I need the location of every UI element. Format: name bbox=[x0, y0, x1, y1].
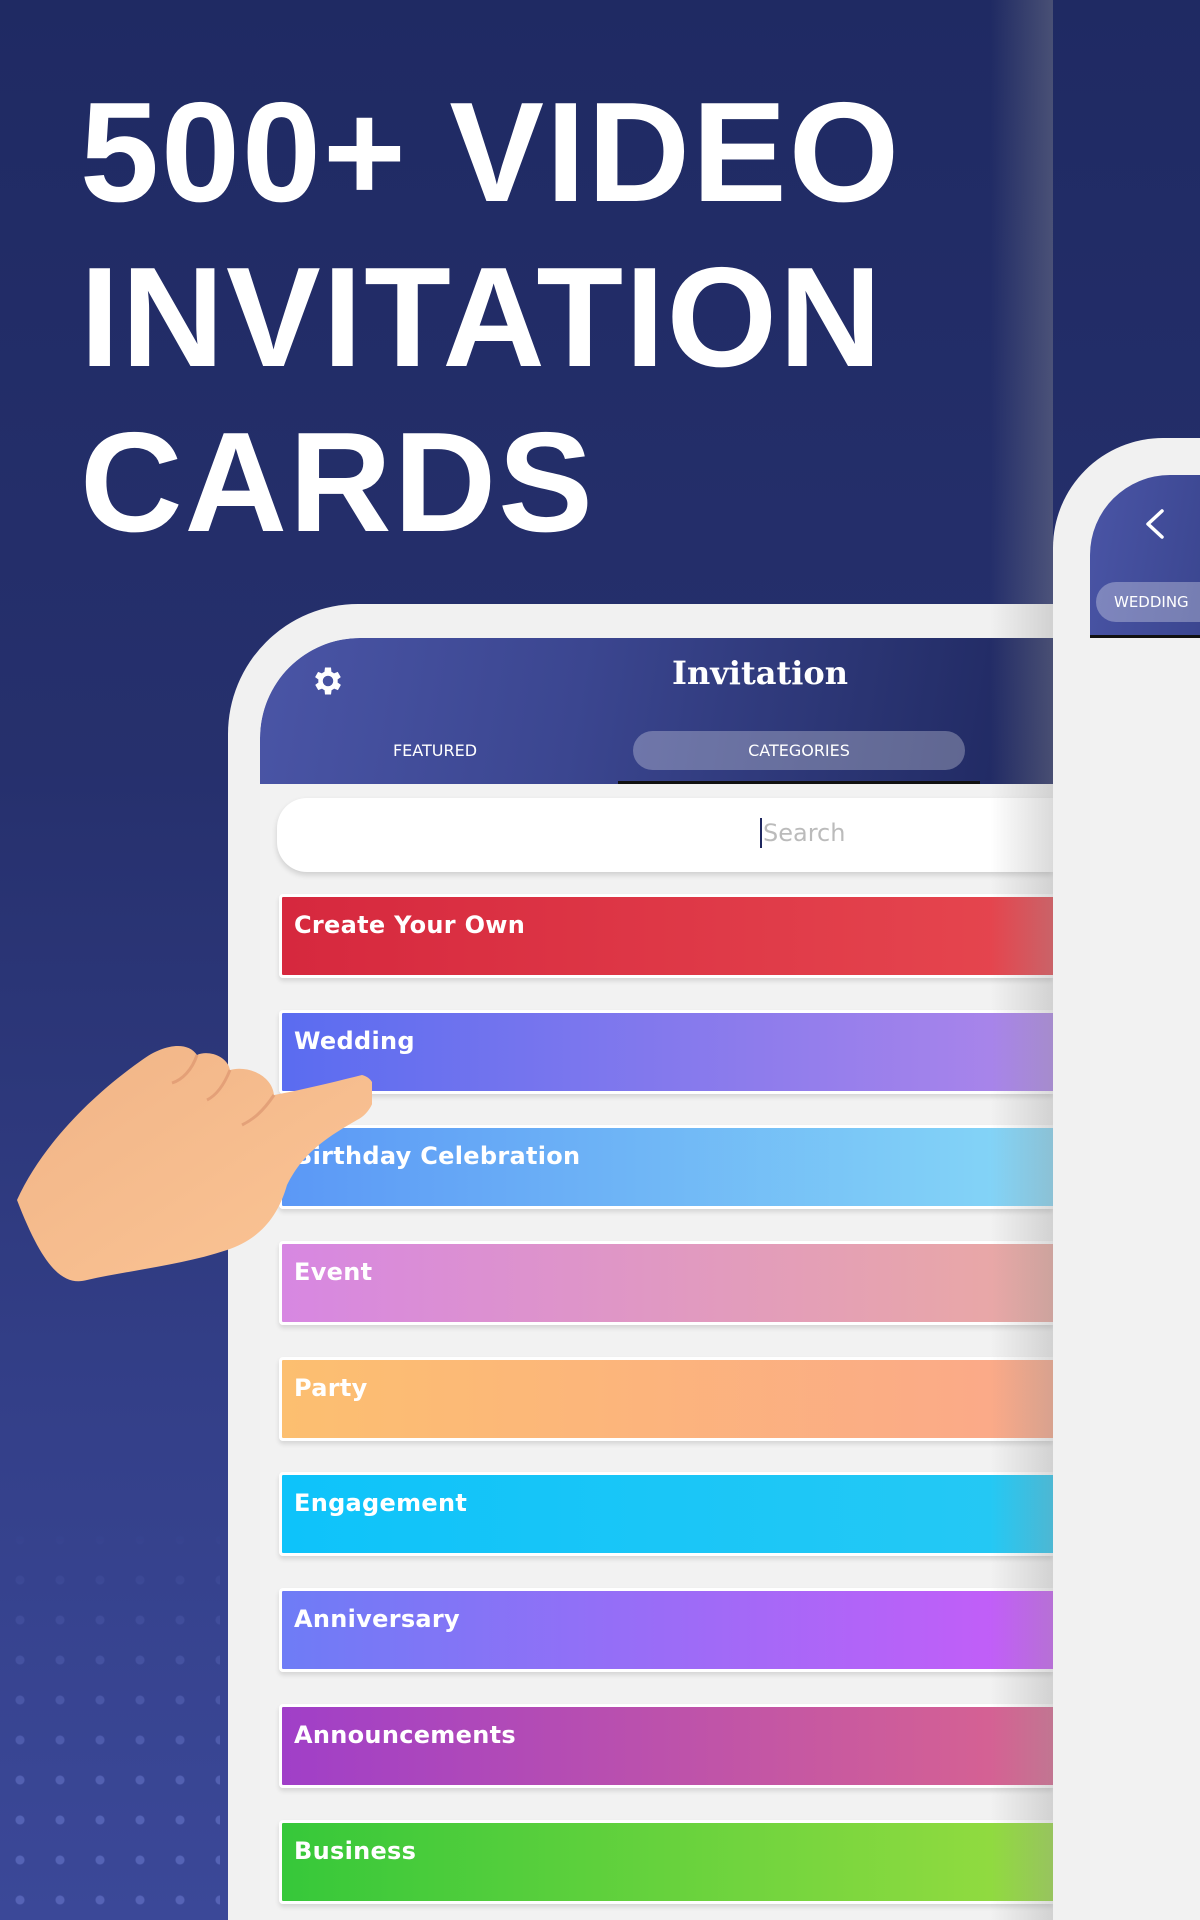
headline-line-2: INVITATION bbox=[80, 238, 884, 397]
app-title: Invitation bbox=[671, 654, 849, 692]
category-item[interactable]: Create Your Own bbox=[279, 894, 1053, 978]
dot-pattern bbox=[0, 1520, 220, 1920]
category-list: Create Your Own Wedding Birthday Celebrati… bbox=[279, 894, 1053, 1920]
category-item[interactable]: Announcements bbox=[279, 1703, 1053, 1788]
category-item[interactable]: Event bbox=[279, 1241, 1053, 1326]
app-header: Invitation FEATURED CATEGORIES bbox=[260, 638, 1053, 784]
category-label: Anniversary bbox=[294, 1605, 460, 1634]
headline-line-3: CARDS bbox=[80, 403, 595, 562]
secondary-phone: WEDDING bbox=[1053, 438, 1200, 1920]
category-label: Party bbox=[294, 1373, 368, 1402]
category-label: Create Your Own bbox=[294, 911, 526, 939]
chevron-left-icon[interactable] bbox=[1142, 507, 1168, 541]
category-item[interactable]: Birthday Celebration bbox=[279, 1125, 1053, 1210]
category-item[interactable]: Business bbox=[279, 1819, 1053, 1904]
category-label: Announcements bbox=[294, 1720, 516, 1749]
tab-categories[interactable]: CATEGORIES bbox=[633, 731, 965, 770]
tab-featured[interactable]: FEATURED bbox=[320, 731, 550, 770]
search-input[interactable]: Search bbox=[277, 798, 1053, 872]
category-item[interactable]: Wedding bbox=[279, 1009, 1053, 1094]
tab-indicator bbox=[618, 781, 980, 784]
category-item[interactable]: Engagement bbox=[279, 1472, 1053, 1557]
category-item[interactable]: Anniversary bbox=[279, 1588, 1053, 1673]
secondary-header: WEDDING bbox=[1090, 475, 1200, 635]
search-placeholder: Search bbox=[760, 818, 845, 848]
secondary-screen: WEDDING bbox=[1090, 475, 1200, 1920]
gear-icon[interactable] bbox=[310, 663, 346, 699]
tab-indicator bbox=[1090, 635, 1200, 638]
edge-shadow bbox=[990, 0, 1053, 1920]
tab-wedding[interactable]: WEDDING bbox=[1096, 582, 1200, 622]
headline-line-1: 500+ VIDEO bbox=[80, 73, 902, 232]
category-item[interactable]: Party bbox=[279, 1356, 1053, 1441]
pointing-hand-icon bbox=[17, 1045, 372, 1282]
headline: 500+ VIDEO INVITATION CARDS bbox=[80, 70, 901, 565]
app-screen: Invitation FEATURED CATEGORIES Search Cr… bbox=[260, 638, 1053, 1920]
category-label: Business bbox=[294, 1836, 417, 1865]
category-label: Engagement bbox=[294, 1489, 468, 1518]
